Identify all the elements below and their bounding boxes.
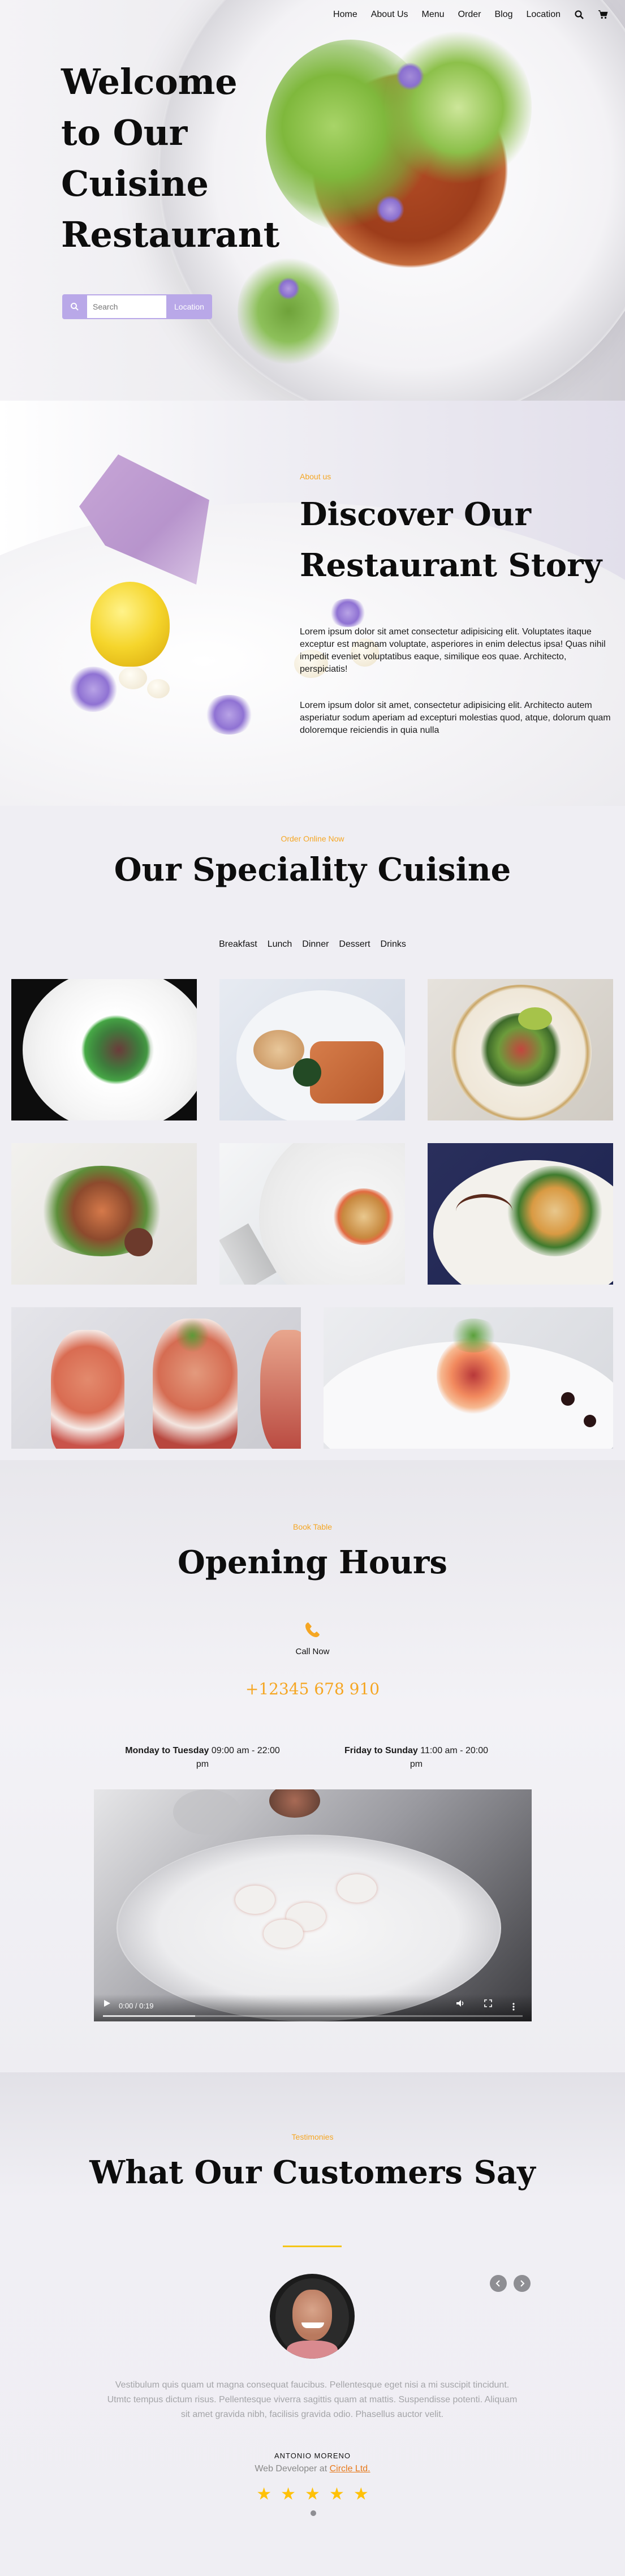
dish-photo[interactable] — [219, 1143, 405, 1285]
hero-title: Welcome to Our Cuisine Restaurant — [61, 61, 280, 255]
dish-photo[interactable] — [11, 1143, 197, 1285]
testimonial-role-prefix: Web Developer at — [255, 2464, 327, 2474]
hero-flower — [376, 195, 404, 224]
hours-weekend-label: Friday to Sunday — [344, 1746, 418, 1755]
hours-weekday-label: Monday to Tuesday — [125, 1746, 209, 1755]
carousel-dot[interactable] — [311, 2510, 316, 2516]
tab-lunch[interactable]: Lunch — [268, 939, 292, 950]
volume-icon[interactable] — [456, 1999, 465, 2010]
tab-dinner[interactable]: Dinner — [302, 939, 329, 950]
about-paragraph-2: Lorem ipsum dolor sit amet, consectetur … — [300, 701, 611, 735]
speciality-section: Order Online Now Our Speciality Cuisine … — [0, 806, 625, 1460]
about-flower — [68, 667, 119, 712]
about-flower — [204, 695, 255, 735]
about-cream-dollop — [119, 667, 147, 689]
about-flower — [328, 599, 368, 627]
phone-icon — [303, 1621, 321, 1639]
dish-photo[interactable] — [11, 1307, 301, 1449]
dish-photo[interactable] — [11, 979, 197, 1120]
hero-flower — [277, 277, 300, 300]
dish-photo[interactable] — [324, 1307, 613, 1449]
chevron-left-icon — [495, 2280, 500, 2287]
avatar — [270, 2274, 355, 2359]
tab-drinks[interactable]: Drinks — [381, 939, 406, 950]
testimonial-name: ANTONIO MORENO — [274, 2452, 351, 2460]
play-icon[interactable] — [103, 1999, 111, 2010]
call-now-label: Call Now — [295, 1647, 330, 1656]
tab-breakfast[interactable]: Breakfast — [219, 939, 257, 950]
fullscreen-icon[interactable] — [484, 1999, 492, 2010]
divider-line — [283, 2246, 342, 2247]
rating-stars: ★ ★ ★ ★ ★ — [0, 2484, 625, 2504]
search-button[interactable] — [62, 294, 87, 319]
search-icon — [71, 303, 79, 311]
star-icon: ★ — [281, 2485, 296, 2504]
hours-weekend-time: 11:00 am - 20:00 pm — [410, 1746, 489, 1769]
menu-tabs: Breakfast Lunch Dinner Dessert Drinks — [0, 939, 625, 950]
cart-icon[interactable] — [598, 10, 608, 20]
nav-menu[interactable]: Menu — [422, 10, 445, 20]
tab-dessert[interactable]: Dessert — [339, 939, 370, 950]
location-button[interactable]: Location — [166, 294, 212, 319]
about-yellow-dessert — [90, 582, 170, 667]
hero-greens — [385, 23, 532, 192]
phone-number[interactable]: +12345 678 910 — [0, 1680, 625, 1698]
hours-weekend: Friday to Sunday 11:00 am - 20:00 pm — [337, 1744, 495, 1771]
testimonials-eyebrow: Testimonies — [291, 2132, 334, 2141]
more-options-icon[interactable] — [512, 2002, 515, 2011]
nav-order[interactable]: Order — [458, 10, 481, 20]
about-eyebrow: About us — [300, 472, 331, 481]
speciality-eyebrow: Order Online Now — [281, 834, 344, 843]
next-button[interactable] — [514, 2275, 531, 2292]
about-cream-dollop — [147, 679, 170, 698]
star-icon: ★ — [329, 2485, 344, 2504]
hours-section: Book Table Opening Hours Call Now +12345… — [0, 1460, 625, 2072]
hours-eyebrow: Book Table — [292, 1522, 332, 1531]
dish-photo[interactable] — [219, 979, 405, 1120]
speciality-title: Our Speciality Cuisine — [114, 851, 511, 888]
hero-broccoli — [238, 255, 339, 368]
chevron-right-icon — [520, 2280, 525, 2287]
testimonials-section: Testimonies What Our Customers Say Vesti… — [0, 2072, 625, 2576]
search-input[interactable] — [87, 294, 166, 319]
company-link[interactable]: Circle Ltd. — [330, 2464, 370, 2474]
about-section: About us Discover Our Restaurant Story L… — [0, 401, 625, 806]
dish-photo[interactable] — [428, 1143, 613, 1285]
about-paragraph-1: Lorem ipsum dolor sit amet consectetur a… — [300, 627, 606, 674]
hours-weekday: Monday to Tuesday 09:00 am - 22:00 pm — [123, 1744, 282, 1771]
video-progress-bar[interactable] — [103, 2015, 523, 2017]
nav-blog[interactable]: Blog — [494, 10, 512, 20]
hours-weekday-time: 09:00 am - 22:00 pm — [196, 1746, 280, 1769]
testimonials-title: What Our Customers Say — [89, 2154, 536, 2191]
prev-button[interactable] — [490, 2275, 507, 2292]
hours-title: Opening Hours — [178, 1544, 447, 1581]
testimonial-quote: Vestibulum quis quam ut magna consequat … — [107, 2380, 518, 2419]
star-icon: ★ — [256, 2485, 272, 2504]
video-time: 0:00 / 0:19 — [119, 2002, 154, 2010]
nav-location[interactable]: Location — [527, 10, 561, 20]
search-icon[interactable] — [574, 10, 584, 20]
testimonial-role: Web Developer at Circle Ltd. — [0, 2464, 625, 2474]
star-icon: ★ — [353, 2485, 369, 2504]
star-icon: ★ — [305, 2485, 320, 2504]
search-bar: Location — [62, 294, 212, 319]
nav-about[interactable]: About Us — [371, 10, 408, 20]
hero-flower — [396, 62, 424, 91]
hero-section: Welcome to Our Cuisine Restaurant Locati… — [0, 0, 625, 401]
top-nav: Home About Us Menu Order Blog Location — [0, 0, 625, 29]
restaurant-video[interactable]: 0:00 / 0:19 — [94, 1789, 532, 2021]
nav-home[interactable]: Home — [333, 10, 357, 20]
about-title: Discover Our Restaurant Story — [300, 496, 602, 584]
dish-photo[interactable] — [428, 979, 613, 1120]
